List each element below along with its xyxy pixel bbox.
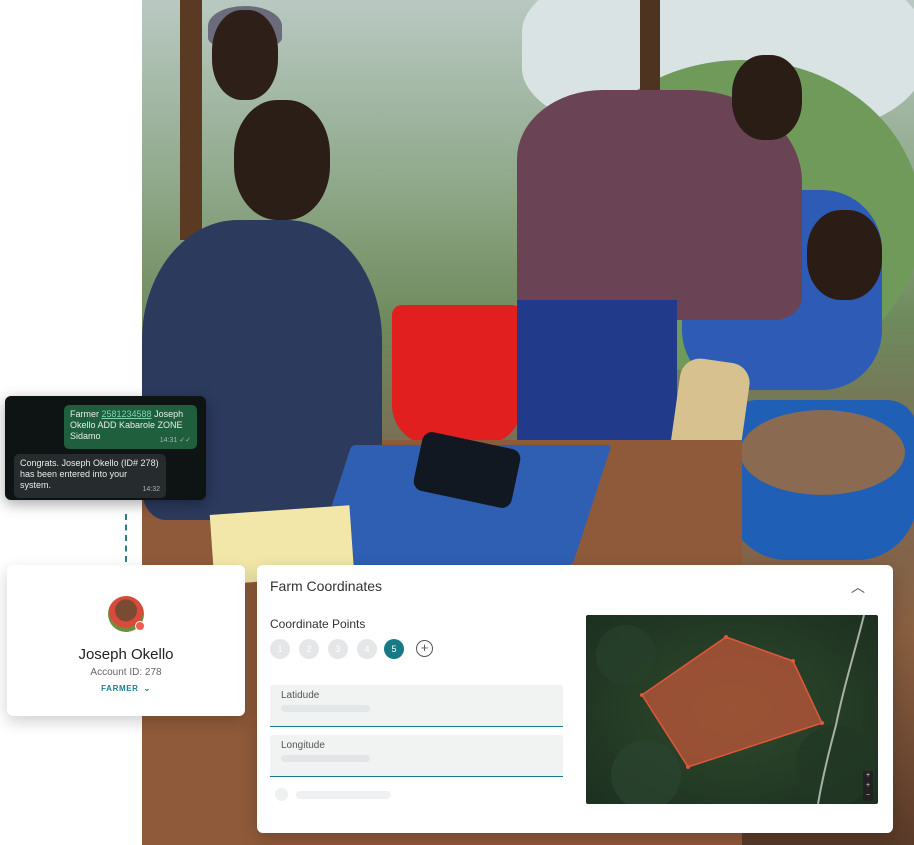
coordinate-point-5[interactable]: 5: [384, 639, 404, 659]
map-zoom-controls[interactable]: + + −: [863, 771, 873, 801]
phone-link[interactable]: 2581234588: [102, 409, 152, 419]
zoom-icon[interactable]: +: [863, 771, 873, 781]
role-label: FARMER: [101, 684, 139, 693]
sms-chat-card: Farmer 2581234588 Joseph Okello ADD Kaba…: [5, 396, 206, 500]
longitude-label: Longitude: [281, 740, 325, 751]
latitude-value-placeholder: [281, 705, 370, 712]
incoming-message: Congrats. Joseph Okello (ID# 278) has be…: [14, 454, 166, 498]
account-id: Account ID: 278: [90, 667, 162, 678]
latitude-label: Latidude: [281, 690, 320, 701]
chevron-down-icon: ⌄: [143, 684, 151, 693]
chevron-up-icon[interactable]: ︿: [851, 577, 865, 597]
coordinate-point-4[interactable]: 4: [357, 639, 377, 659]
loading-bar: [296, 791, 391, 799]
connector-line: [125, 514, 129, 562]
coordinate-point-2[interactable]: 2: [299, 639, 319, 659]
longitude-field[interactable]: Longitude: [270, 735, 563, 777]
outgoing-message: Farmer 2581234588 Joseph Okello ADD Kaba…: [64, 405, 197, 449]
message-text: Farmer: [70, 409, 102, 419]
add-point-icon[interactable]: +: [416, 640, 433, 657]
latitude-field[interactable]: Latidude: [270, 685, 563, 727]
coordinate-points-label: Coordinate Points: [270, 617, 366, 631]
coordinate-point-3[interactable]: 3: [328, 639, 348, 659]
card-title: Farm Coordinates: [270, 578, 383, 594]
zoom-in-icon[interactable]: +: [863, 781, 873, 791]
profile-name: Joseph Okello: [78, 646, 174, 663]
farmer-profile-card: Joseph Okello Account ID: 278 FARMER ⌄: [7, 565, 245, 716]
message-text: Congrats. Joseph Okello (ID# 278) has be…: [20, 458, 159, 490]
role-dropdown[interactable]: FARMER ⌄: [7, 684, 245, 693]
farm-coordinates-card: Farm Coordinates ︿ Coordinate Points 1 2…: [257, 565, 893, 833]
status-dot-icon: [135, 621, 145, 631]
zoom-out-icon[interactable]: −: [863, 791, 873, 801]
loading-circle: [275, 788, 288, 801]
coordinate-point-1[interactable]: 1: [270, 639, 290, 659]
longitude-value-placeholder: [281, 755, 370, 762]
avatar[interactable]: [108, 596, 145, 632]
double-check-icon: ✓✓: [179, 437, 191, 444]
satellite-map[interactable]: [586, 615, 878, 804]
message-time: 14:31 ✓✓: [159, 437, 191, 444]
message-time: 14:32: [142, 486, 160, 493]
